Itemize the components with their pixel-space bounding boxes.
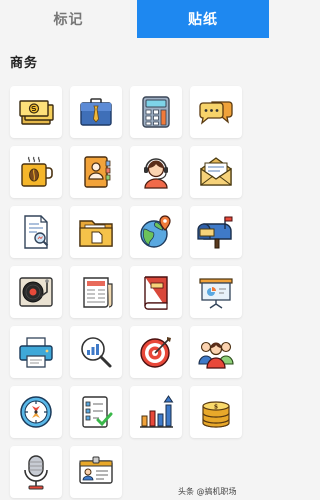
sticker-analytics-magnifier[interactable] <box>70 326 122 378</box>
sticker-briefcase[interactable] <box>70 86 122 138</box>
microphone-icon <box>24 455 48 490</box>
sticker-target[interactable] <box>130 326 182 378</box>
svg-text:$: $ <box>214 404 218 411</box>
money-stack-icon <box>19 100 54 125</box>
coffee-mug-icon <box>21 156 53 187</box>
growth-chart-icon <box>140 395 174 428</box>
sticker-team[interactable] <box>190 326 242 378</box>
presentation-board-icon <box>199 278 233 309</box>
sticker-newspaper[interactable] <box>70 266 122 318</box>
checklist-icon <box>82 396 113 428</box>
watermark: 头条 @搞机职场 <box>178 487 237 496</box>
sticker-printer[interactable] <box>10 326 62 378</box>
sticker-compass[interactable] <box>10 386 62 438</box>
sticker-microphone[interactable] <box>10 446 62 498</box>
sticker-contact-book[interactable] <box>70 146 122 198</box>
sticker-coffee-mug[interactable] <box>10 146 62 198</box>
target-icon <box>140 337 171 368</box>
sticker-coin-stack[interactable]: $ <box>190 386 242 438</box>
compass-icon <box>20 396 52 428</box>
book-icon <box>144 276 168 310</box>
mailbox-icon <box>197 216 233 249</box>
sticker-book[interactable] <box>130 266 182 318</box>
chat-bubbles-icon <box>199 101 233 125</box>
analytics-magnifier-icon <box>81 337 112 368</box>
id-card-icon <box>79 456 113 484</box>
document-search-icon <box>24 215 49 249</box>
sticker-support-agent[interactable] <box>130 146 182 198</box>
section-title: 商务 <box>10 56 39 71</box>
globe-location-icon <box>140 215 171 248</box>
coin-stack-icon: $ <box>202 401 230 428</box>
contact-book-icon <box>84 156 111 188</box>
newspaper-icon <box>83 277 113 308</box>
briefcase-icon <box>80 98 112 126</box>
sticker-folder[interactable] <box>70 206 122 258</box>
sticker-record-player[interactable] <box>10 266 62 318</box>
tab-bar: 标记 贴纸 <box>0 0 269 38</box>
sticker-mailbox[interactable] <box>190 206 242 258</box>
open-envelope-icon <box>200 157 232 186</box>
sticker-globe-location[interactable] <box>130 206 182 258</box>
sticker-id-card[interactable] <box>70 446 122 498</box>
sticker-money-stack[interactable] <box>10 86 62 138</box>
tab-stickers[interactable]: 贴纸 <box>137 0 269 38</box>
printer-icon <box>19 337 53 368</box>
sticker-chat-bubbles[interactable] <box>190 86 242 138</box>
sticker-checklist[interactable] <box>70 386 122 438</box>
team-icon <box>198 341 234 369</box>
calculator-icon <box>142 96 170 128</box>
sticker-calculator[interactable] <box>130 86 182 138</box>
record-player-icon <box>19 277 53 307</box>
sticker-presentation-board[interactable] <box>190 266 242 318</box>
sticker-growth-chart[interactable] <box>130 386 182 438</box>
tab-marks[interactable]: 标记 <box>0 0 137 38</box>
sticker-document-search[interactable] <box>10 206 62 258</box>
support-agent-icon <box>144 158 168 189</box>
sticker-open-envelope[interactable] <box>190 146 242 198</box>
folder-icon <box>79 220 113 247</box>
